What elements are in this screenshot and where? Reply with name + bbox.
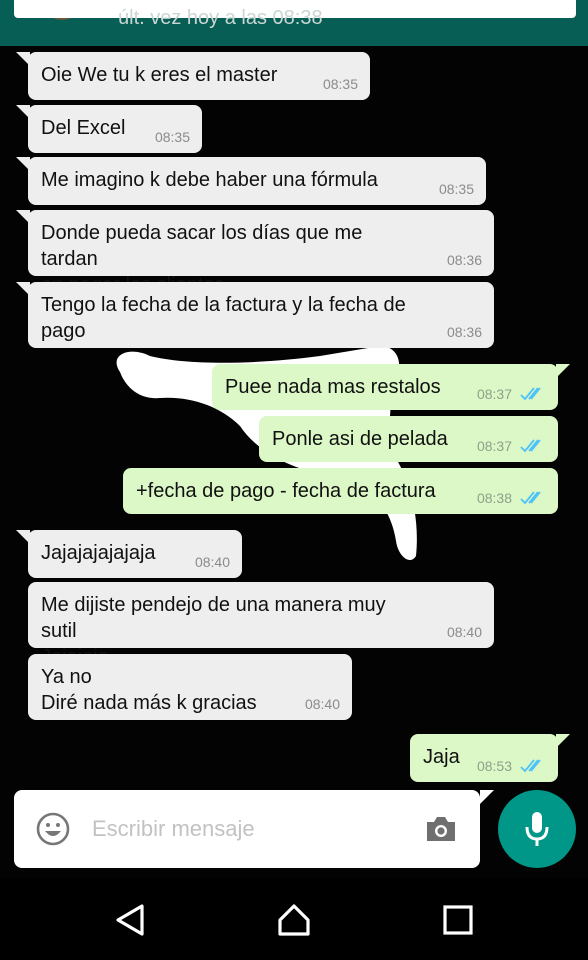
message-text: Me imagino k debe haber una fórmula [41,169,378,191]
incoming-message[interactable]: Del Excel 08:35 [28,105,202,153]
chat-header: últ. vez hoy a las 08:38 [0,0,588,46]
message-time: 08:40 [304,696,340,712]
message-text: Ya no Diré nada más k gracias [41,666,257,714]
message-time: 08:38 [476,490,512,506]
message-text: Ponle asi de pelada [272,428,448,450]
mic-icon [525,812,549,846]
message-time: 08:35 [322,76,358,92]
incoming-message[interactable]: Me dijiste pendejo de una manera muy sut… [28,582,494,668]
bubble-tail [16,530,30,544]
read-receipt-icon [520,387,541,401]
emoji-icon[interactable] [36,812,70,846]
chat-area[interactable]: Oie We tu k eres el master 08:35 Del Excel… [0,46,588,878]
message-time: 08:36 [446,252,482,268]
camera-icon[interactable] [424,814,458,844]
back-icon[interactable] [112,902,148,938]
home-icon[interactable] [276,902,312,938]
outgoing-message[interactable]: Jaja 08:53 [410,734,558,782]
read-receipt-icon [520,759,541,773]
message-text: Puee nada mas restalos [225,376,441,398]
incoming-message[interactable]: Ya no Diré nada más k gracias 08:40 [28,654,352,720]
navigation-bar [0,880,588,960]
incoming-message[interactable]: Tengo la fecha de la factura y la fecha … [28,282,494,348]
message-input[interactable]: Escribir mensaje [92,816,255,842]
bubble-tail [556,734,570,748]
bubble-tail [16,157,30,171]
message-time: 08:35 [438,181,474,197]
message-text: Jaja [423,746,460,768]
bubble-tail [16,105,30,119]
message-time: 08:40 [194,554,230,570]
bubble-tail [556,364,570,378]
message-text: Jajajajajajaja [41,542,156,564]
bubble-tail [16,210,30,224]
message-time: 08:36 [446,324,482,340]
message-text: +fecha de pago - fecha de factura [136,480,436,502]
message-composer[interactable]: Escribir mensaje [14,790,480,868]
mic-button[interactable] [498,790,576,868]
bubble-tail [16,282,30,296]
message-time: 08:53 [476,758,512,774]
message-text: Oie We tu k eres el master [41,64,278,86]
outgoing-message[interactable]: Ponle asi de pelada 08:37 [259,416,558,462]
incoming-message[interactable]: Donde pueda sacar los días que me tardan… [28,210,494,296]
message-time: 08:37 [476,438,512,454]
read-receipt-icon [520,491,541,505]
outgoing-message[interactable]: Puee nada mas restalos 08:37 [212,364,558,410]
recents-icon[interactable] [440,902,476,938]
read-receipt-icon [520,439,541,453]
last-seen-status: últ. vez hoy a las 08:38 [118,7,323,29]
incoming-message[interactable]: Oie We tu k eres el master 08:35 [28,52,370,100]
composer-tail [480,790,494,804]
message-time: 08:40 [446,624,482,640]
bubble-tail [16,52,30,66]
message-time: 08:37 [476,386,512,402]
incoming-message[interactable]: Me imagino k debe haber una fórmula 08:35 [28,157,486,205]
incoming-message[interactable]: Jajajajajajaja 08:40 [28,530,242,578]
outgoing-message[interactable]: +fecha de pago - fecha de factura 08:38 [123,468,558,514]
message-text: Del Excel [41,117,126,139]
message-time: 08:35 [154,129,190,145]
message-text: Tengo la fecha de la factura y la fecha … [41,294,406,342]
